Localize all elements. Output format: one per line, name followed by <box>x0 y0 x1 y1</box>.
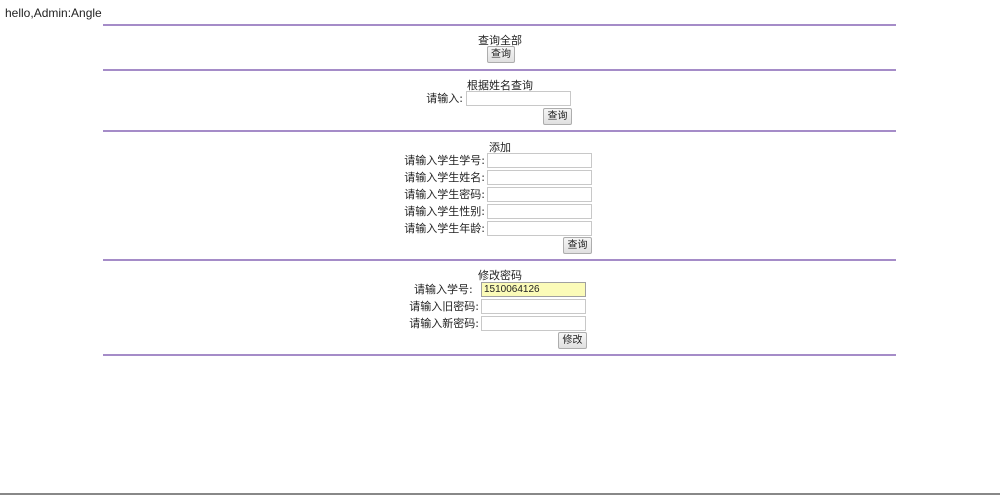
add-submit-button[interactable]: 查询 <box>563 237 592 254</box>
name-label: 请输入: <box>426 92 463 105</box>
new-password-label: 请输入新密码: <box>409 317 479 330</box>
student-gender-label: 请输入学生性别: <box>404 205 485 218</box>
student-id-input[interactable] <box>487 153 592 168</box>
divider <box>103 24 896 26</box>
greeting-text: hello,Admin:Angle <box>5 6 102 20</box>
query-all-button[interactable]: 查询 <box>487 46 515 63</box>
student-id-label: 请输入学生学号: <box>404 154 485 167</box>
student-password-label: 请输入学生密码: <box>404 188 485 201</box>
divider <box>103 259 896 261</box>
change-password-button[interactable]: 修改 <box>558 332 587 349</box>
query-by-name-button[interactable]: 查询 <box>543 108 572 125</box>
student-number-label: 请输入学号: <box>414 283 473 296</box>
change-password-title: 修改密码 <box>478 269 522 282</box>
divider <box>103 69 896 71</box>
new-password-input[interactable] <box>481 316 586 331</box>
student-age-label: 请输入学生年龄: <box>404 222 485 235</box>
student-password-input[interactable] <box>487 187 592 202</box>
divider <box>103 130 896 132</box>
old-password-input[interactable] <box>481 299 586 314</box>
name-search-input[interactable] <box>466 91 571 106</box>
student-name-label: 请输入学生姓名: <box>404 171 485 184</box>
student-age-input[interactable] <box>487 221 592 236</box>
old-password-label: 请输入旧密码: <box>409 300 479 313</box>
divider <box>103 354 896 356</box>
student-name-input[interactable] <box>487 170 592 185</box>
student-number-input[interactable]: 1510064126 <box>481 282 586 297</box>
student-gender-input[interactable] <box>487 204 592 219</box>
